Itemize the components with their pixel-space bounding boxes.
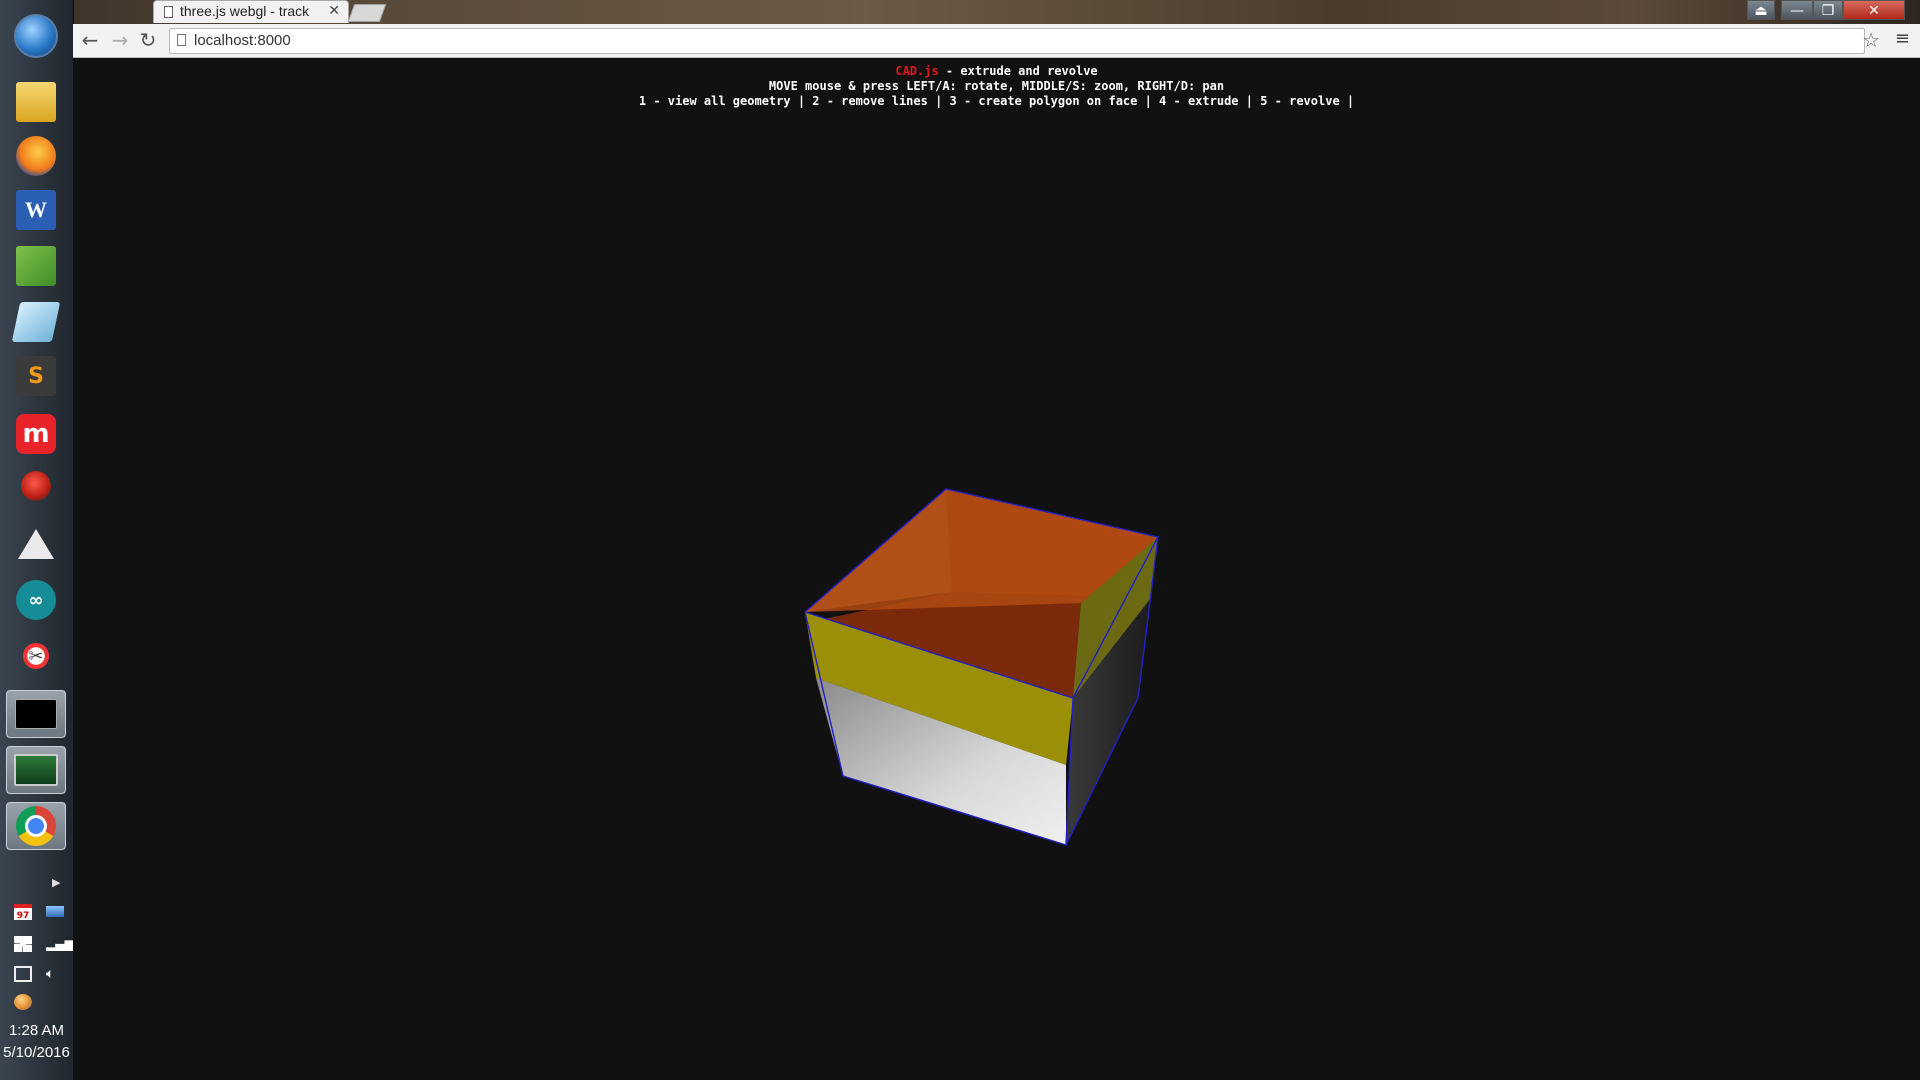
page-icon <box>164 6 173 18</box>
user-profile-button[interactable]: ⏏ <box>1747 0 1775 20</box>
close-tab-icon[interactable]: ✕ <box>328 2 340 19</box>
tray-expand-icon[interactable]: ▶ <box>52 876 60 889</box>
page-icon <box>177 34 186 46</box>
reload-button[interactable]: ↻ <box>137 30 159 52</box>
firefox-icon[interactable] <box>6 132 66 180</box>
forward-button[interactable]: → <box>109 30 131 52</box>
address-bar[interactable]: localhost:8000 <box>169 28 1865 54</box>
snipping-tool-icon[interactable]: ✂ <box>6 632 66 680</box>
bookmark-star-icon[interactable]: ☆ <box>1862 28 1880 52</box>
chrome-icon[interactable] <box>6 802 66 850</box>
network-monitor-icon[interactable] <box>6 746 66 794</box>
start-button[interactable] <box>14 14 58 58</box>
windows-flag-icon[interactable] <box>14 936 32 952</box>
browser-menu-icon[interactable]: ≡ <box>1895 28 1910 49</box>
tab-title: three.js webgl - track <box>180 3 310 19</box>
inkscape-icon[interactable] <box>6 520 66 568</box>
makerbot-icon[interactable]: m <box>6 410 66 458</box>
update-icon[interactable] <box>14 994 32 1010</box>
taskbar: W S m ∞ ✂ ▶ 97 ▂▄▆ 🔈︎ 1:28 AM 5/10/2016 <box>0 0 74 1080</box>
calendar-icon[interactable]: 97 <box>14 904 32 921</box>
sublime-text-icon[interactable]: S <box>6 352 66 400</box>
browser-toolbar: ← → ↻ localhost:8000 ☆ ≡ <box>73 24 1920 58</box>
close-window-button[interactable]: ✕ <box>1843 0 1905 20</box>
back-button[interactable]: ← <box>79 30 101 52</box>
url-text[interactable]: localhost:8000 <box>194 32 291 49</box>
webgl-viewport[interactable]: CAD.js - extrude and revolve MOVE mouse … <box>73 58 1920 1080</box>
minimize-button[interactable]: — <box>1781 0 1813 20</box>
network-signal-icon[interactable]: ▂▄▆ <box>46 936 74 952</box>
power-icon[interactable] <box>14 966 32 982</box>
file-explorer-icon[interactable] <box>6 78 66 126</box>
volume-icon[interactable]: 🔈︎ <box>46 966 64 982</box>
ladybug-icon[interactable] <box>6 462 66 510</box>
clock-date[interactable]: 5/10/2016 <box>0 1044 73 1061</box>
eraser-app-icon[interactable] <box>6 298 66 346</box>
tab-strip: three.js webgl - track ✕ ⏏ — ❐ ✕ <box>73 0 1920 24</box>
browser-tab[interactable]: three.js webgl - track ✕ <box>153 0 349 23</box>
3d-scene[interactable] <box>73 58 1920 1080</box>
command-prompt-icon[interactable] <box>6 690 66 738</box>
word-icon[interactable]: W <box>6 186 66 234</box>
new-tab-button[interactable] <box>347 4 387 22</box>
notepad-plus-icon[interactable] <box>6 242 66 290</box>
maximize-button[interactable]: ❐ <box>1813 0 1843 20</box>
arduino-icon[interactable]: ∞ <box>6 576 66 624</box>
display-icon[interactable] <box>46 906 64 917</box>
clock-time[interactable]: 1:28 AM <box>0 1022 73 1039</box>
